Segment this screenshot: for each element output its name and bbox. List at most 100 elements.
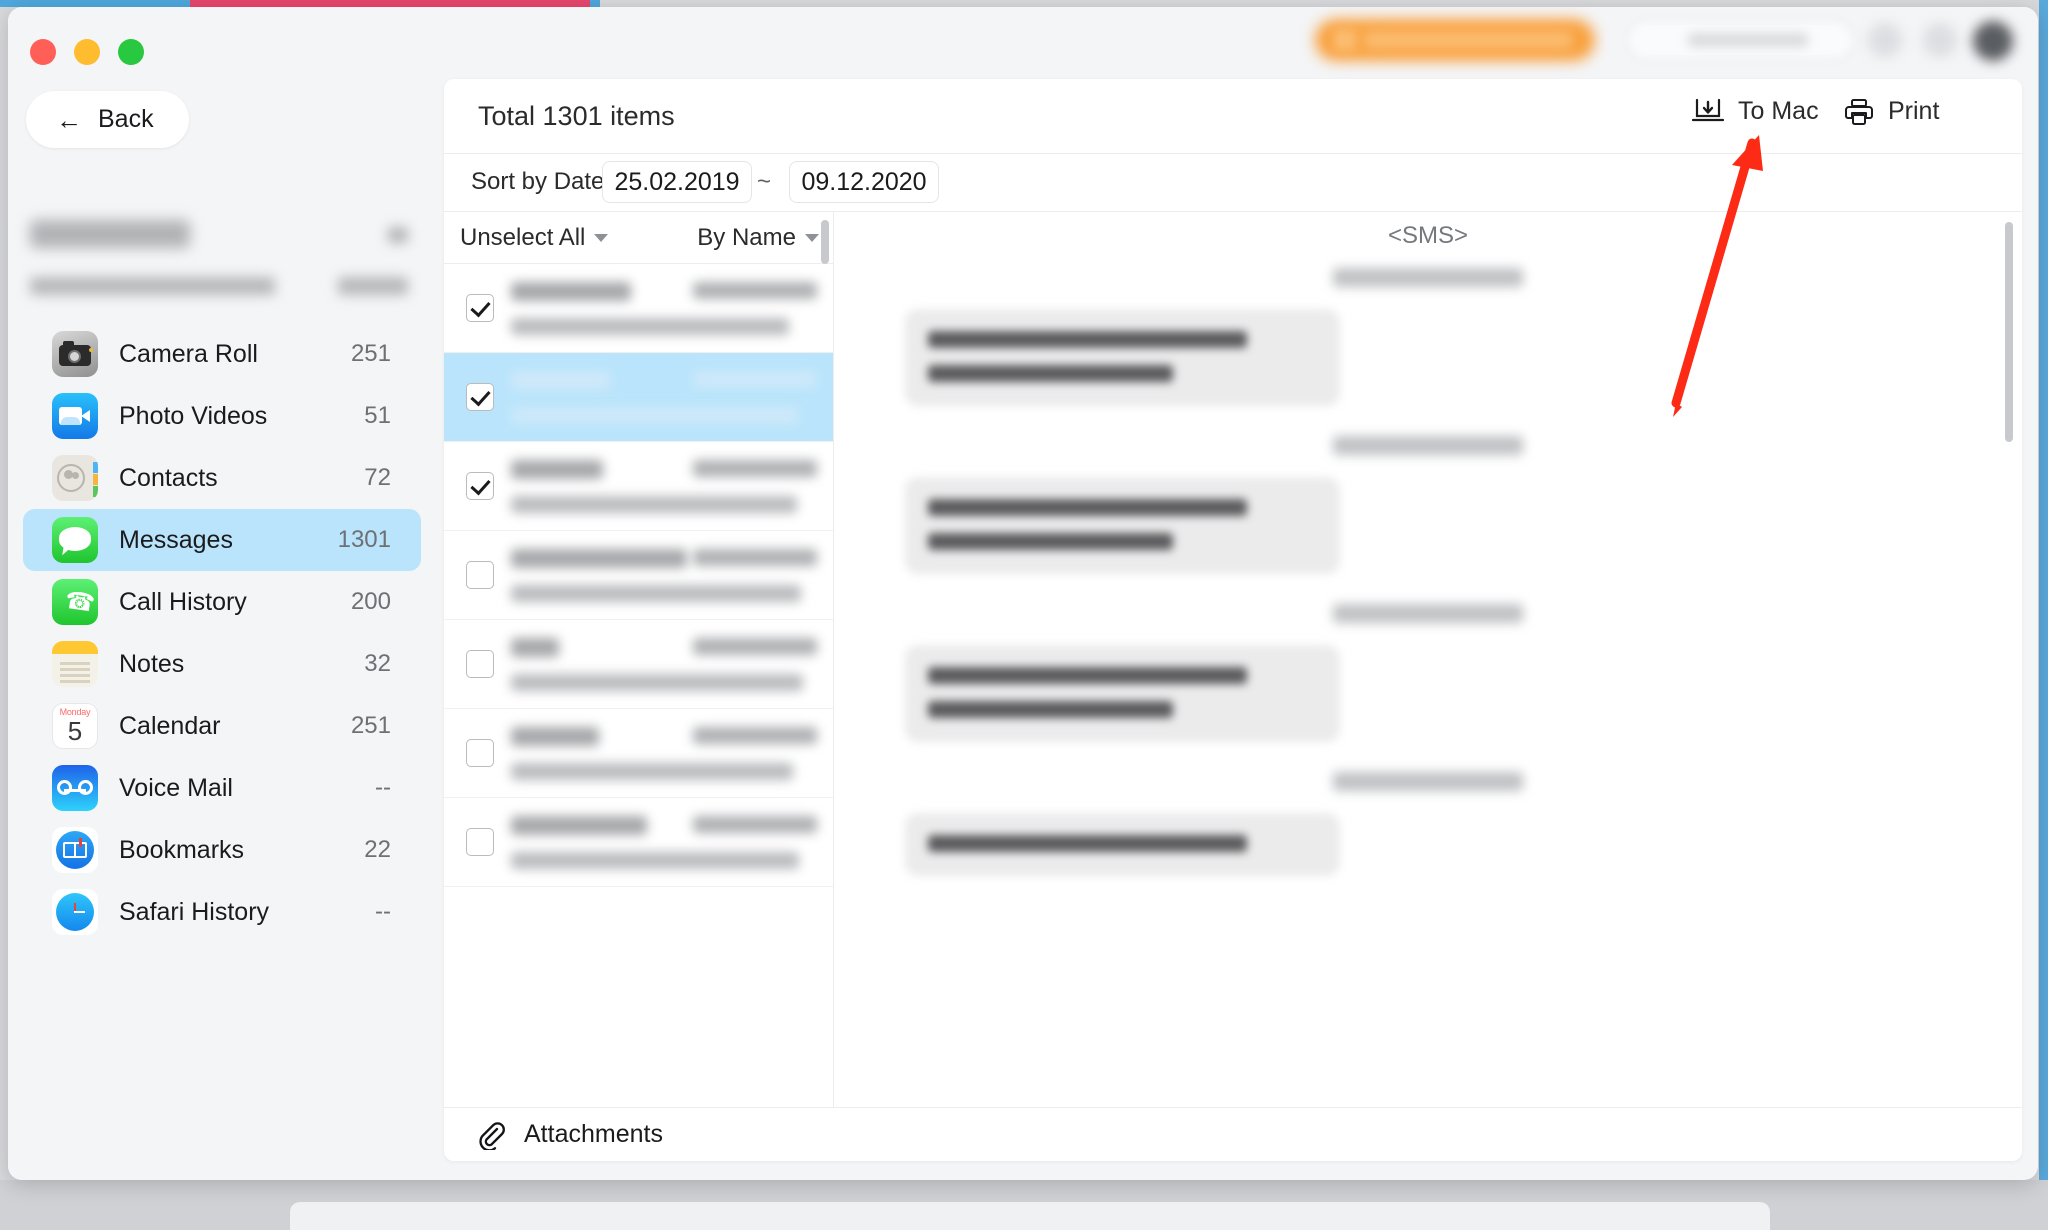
row-checkbox[interactable]	[466, 383, 494, 411]
date-from-input[interactable]: 25.02.2019	[602, 161, 752, 203]
promo-button-label	[1363, 31, 1573, 49]
row-checkbox[interactable]	[466, 472, 494, 500]
list-item[interactable]	[444, 442, 833, 531]
sidebar-item-count: 1301	[337, 526, 391, 553]
row-checkbox[interactable]	[466, 739, 494, 767]
message-bubble[interactable]	[905, 645, 1340, 742]
sidebar-item-voice-mail[interactable]: Voice Mail --	[23, 757, 421, 819]
message-preview-redacted	[511, 495, 797, 513]
sidebar-item-call-history[interactable]: ☎ Call History 200	[23, 571, 421, 633]
calendar-icon: Monday 5	[52, 703, 98, 749]
bubble-timestamp-redacted	[1333, 436, 1523, 455]
sort-by-date-label: Sort by Date:	[471, 168, 612, 195]
page-title: Total 1301 items	[478, 101, 675, 131]
sidebar-item-notes[interactable]: Notes 32	[23, 633, 421, 695]
row-checkbox[interactable]	[466, 828, 494, 856]
background-window-edge-pink	[190, 0, 590, 7]
sidebar-item-label: Photo Videos	[119, 401, 268, 430]
list-scrollbar[interactable]	[821, 220, 829, 264]
bubble-group	[834, 268, 2022, 406]
list-item[interactable]	[444, 798, 833, 887]
date-sort-bar: Sort by Date: 25.02.2019 ~ 09.12.2020	[444, 154, 2022, 212]
sidebar-item-contacts[interactable]: Contacts 72	[23, 447, 421, 509]
message-preview-redacted	[511, 762, 793, 780]
detail-title: <SMS>	[1387, 222, 1469, 249]
bubble-group	[834, 436, 2022, 574]
message-date-redacted	[693, 370, 817, 388]
list-item[interactable]	[444, 709, 833, 798]
list-item-content	[511, 815, 821, 869]
device-capacity-redacted	[388, 227, 408, 243]
bubble-timestamp-redacted	[1333, 268, 1523, 287]
list-item-content	[511, 370, 821, 424]
list-item-content	[511, 637, 821, 691]
arrow-left-icon: ←	[56, 104, 82, 135]
contact-name-redacted	[511, 370, 611, 390]
message-detail-column: <SMS>	[834, 212, 2022, 1107]
message-list[interactable]	[444, 264, 833, 1107]
sidebar-item-count: 200	[350, 588, 391, 615]
maximize-window-button[interactable]	[118, 39, 144, 65]
list-item[interactable]	[444, 264, 833, 353]
contact-name-redacted	[511, 459, 603, 479]
device-info-redacted	[30, 277, 275, 295]
bubble-group	[834, 604, 2022, 742]
toolbar-icon-2[interactable]	[1923, 23, 1957, 57]
sidebar-item-count: 51	[364, 402, 391, 429]
attachments-bar[interactable]: Attachments	[444, 1107, 2022, 1161]
bookmarks-icon	[52, 827, 98, 873]
feedback-button-label	[1688, 33, 1808, 47]
sort-by-name-label: By Name	[697, 223, 796, 251]
message-preview-redacted	[511, 851, 799, 869]
back-button-label: Back	[98, 105, 154, 133]
call-history-icon: ☎	[52, 579, 98, 625]
row-checkbox[interactable]	[466, 650, 494, 678]
sidebar-item-label: Messages	[119, 525, 233, 554]
sidebar-item-calendar[interactable]: Monday 5 Calendar 251	[23, 695, 421, 757]
sidebar-item-messages[interactable]: Messages 1301	[23, 509, 421, 571]
sidebar-item-safari-history[interactable]: Safari History --	[23, 881, 421, 943]
row-checkbox[interactable]	[466, 294, 494, 322]
to-mac-button[interactable]: To Mac	[1692, 97, 1819, 126]
content-panel: Total 1301 items To Mac Print Sort by Da…	[444, 79, 2022, 1161]
sidebar-item-label: Camera Roll	[119, 339, 258, 368]
sidebar-item-photo-videos[interactable]: Photo Videos 51	[23, 385, 421, 447]
attachments-label: Attachments	[524, 1120, 663, 1148]
message-bubbles	[834, 268, 2022, 906]
minimize-window-button[interactable]	[74, 39, 100, 65]
message-preview-redacted	[511, 584, 801, 602]
sidebar-item-camera-roll[interactable]: Camera Roll 251	[23, 323, 421, 385]
back-button[interactable]: ← Back	[26, 91, 189, 148]
list-item[interactable]	[444, 620, 833, 709]
message-bubble[interactable]	[905, 477, 1340, 574]
date-to-input[interactable]: 09.12.2020	[789, 161, 939, 203]
print-label: Print	[1888, 97, 1940, 125]
message-date-redacted	[693, 459, 817, 477]
sidebar-item-count: 72	[364, 464, 391, 491]
message-bubble[interactable]	[905, 309, 1340, 406]
detail-scrollbar[interactable]	[2005, 222, 2013, 442]
sidebar-item-count: 251	[350, 712, 391, 739]
unselect-all-dropdown[interactable]: Unselect All	[460, 224, 609, 252]
messages-icon	[52, 517, 98, 563]
safari-history-icon	[52, 889, 98, 935]
print-button[interactable]: Print	[1844, 97, 1939, 126]
list-item[interactable]	[444, 531, 833, 620]
message-bubble[interactable]	[905, 813, 1340, 876]
sidebar-item-count: --	[375, 898, 391, 925]
sidebar-nav: Camera Roll 251 Photo Videos 51 Contacts…	[8, 323, 436, 943]
sidebar-item-label: Safari History	[119, 897, 270, 926]
sidebar-item-bookmarks[interactable]: Bookmarks 22	[23, 819, 421, 881]
sidebar-item-count: 32	[364, 650, 391, 677]
sort-by-name-dropdown[interactable]: By Name	[697, 224, 819, 252]
row-checkbox[interactable]	[466, 561, 494, 589]
avatar[interactable]	[1973, 21, 2013, 61]
list-item[interactable]	[444, 353, 833, 442]
list-item-content	[511, 726, 821, 780]
date-range-separator: ~	[757, 168, 772, 195]
photo-videos-icon	[52, 393, 98, 439]
close-window-button[interactable]	[30, 39, 56, 65]
bubble-timestamp-redacted	[1333, 604, 1523, 623]
toolbar-icon-1[interactable]	[1868, 23, 1902, 57]
printer-icon	[1845, 98, 1873, 125]
